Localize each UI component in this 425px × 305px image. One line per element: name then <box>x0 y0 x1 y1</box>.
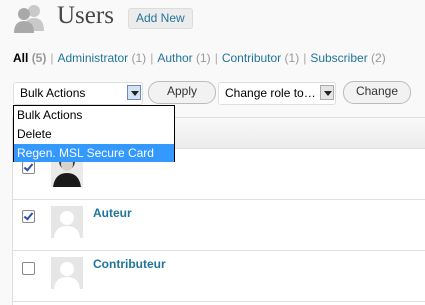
filter-count: (1) <box>196 51 211 65</box>
add-new-button[interactable]: Add New <box>128 8 193 29</box>
filter-administrator[interactable]: Administrator (1) <box>57 51 146 65</box>
table-row: Contributeur <box>13 251 425 302</box>
filter-label: All <box>13 51 29 65</box>
chevron-down-icon[interactable] <box>320 85 334 100</box>
filter-subscriber[interactable]: Subscriber (2) <box>310 51 385 65</box>
filter-label: Author <box>157 51 193 65</box>
filter-label: Contributor <box>221 51 282 65</box>
apply-button[interactable]: Apply <box>148 81 216 104</box>
option-delete[interactable]: Delete <box>14 125 174 143</box>
row-checkbox[interactable] <box>22 262 35 275</box>
filter-count: (1) <box>131 51 147 65</box>
row-checkbox[interactable] <box>22 210 35 223</box>
bulk-actions-value: Bulk Actions <box>20 86 86 100</box>
option-bulk-actions[interactable]: Bulk Actions <box>14 106 174 124</box>
avatar <box>51 257 83 289</box>
filter-label: Administrator <box>57 51 129 65</box>
table-row: Auteur <box>13 200 425 251</box>
users-icon <box>12 3 46 33</box>
bulk-actions-dropdown: Bulk Actions Delete Regen. MSL Secure Ca… <box>13 105 175 162</box>
chevron-down-icon[interactable] <box>127 85 141 100</box>
filter-count: (2) <box>371 51 386 65</box>
filter-contributor[interactable]: Contributor (1) <box>222 51 299 65</box>
row-checkbox[interactable] <box>22 161 35 174</box>
filter-count: (5) <box>31 51 47 65</box>
avatar <box>51 206 83 238</box>
filter-label: Subscriber <box>310 51 368 65</box>
bulk-actions-select[interactable]: Bulk Actions <box>13 82 143 105</box>
change-button[interactable]: Change <box>343 81 411 104</box>
username[interactable]: Contributeur <box>93 257 166 271</box>
filter-count: (1) <box>284 51 300 65</box>
option-regen-msl-secure-card[interactable]: Regen. MSL Secure Card <box>14 144 174 162</box>
filter-all[interactable]: All (5) <box>13 51 46 65</box>
change-role-select[interactable]: Change role to… <box>218 82 336 105</box>
page-title: Users <box>57 2 114 29</box>
change-role-value: Change role to… <box>225 86 316 100</box>
user-role-filters: All (5) | Administrator (1) | Author (1) | Con… <box>13 51 386 65</box>
filter-author[interactable]: Author (1) <box>157 51 210 65</box>
username[interactable]: Auteur <box>93 206 132 220</box>
